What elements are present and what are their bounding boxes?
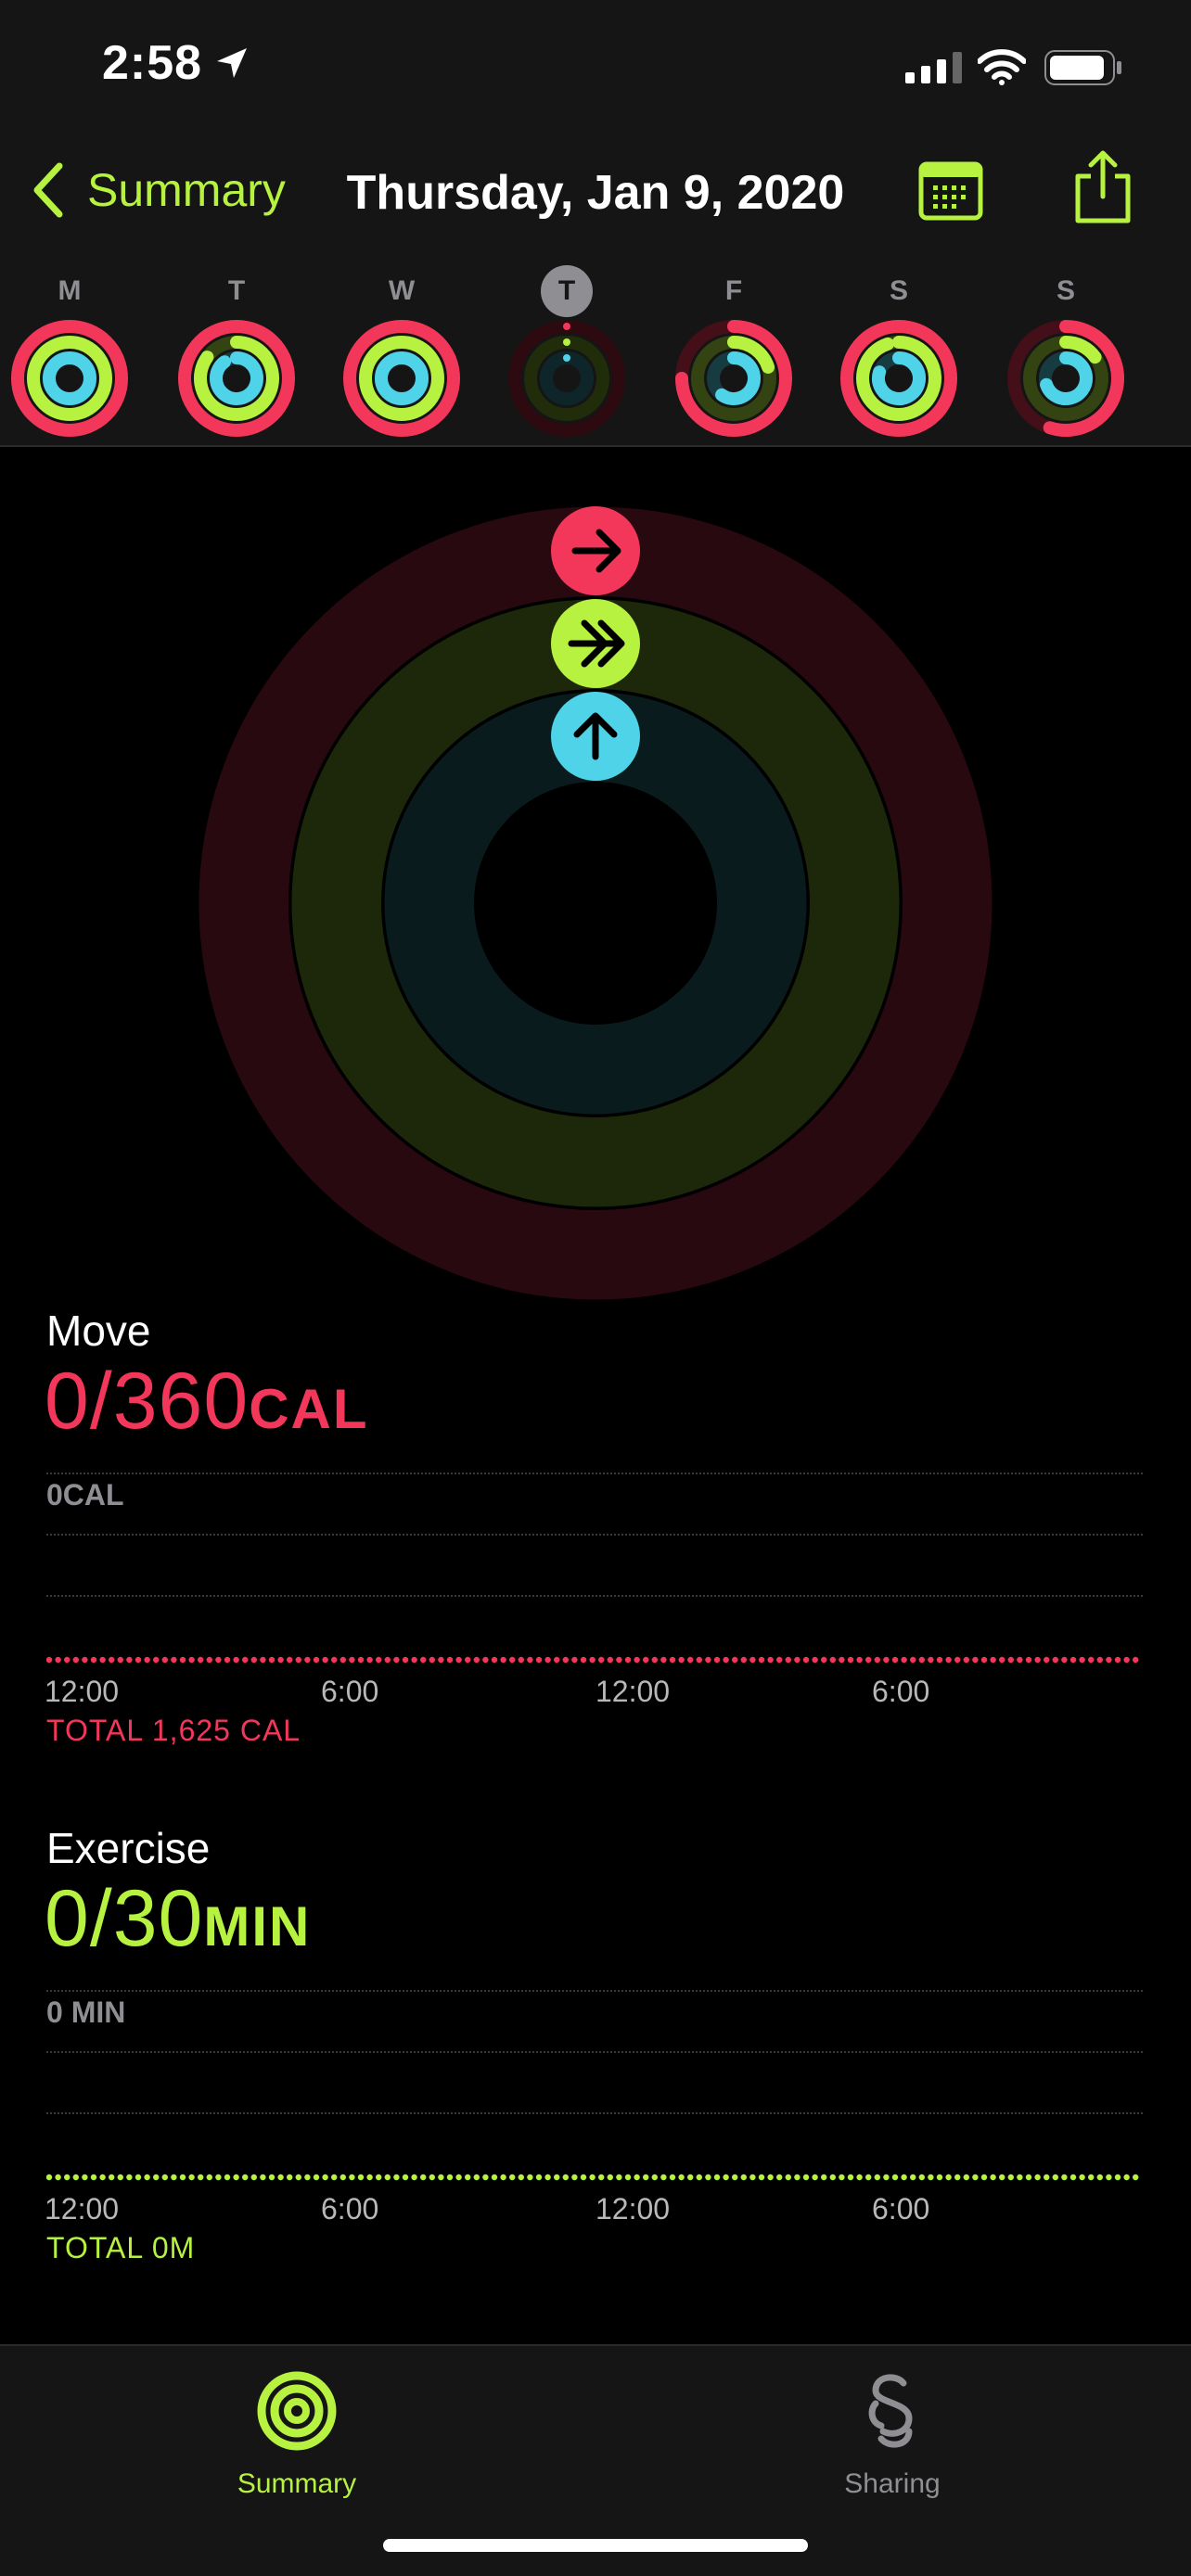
- move-value: 0/360CAL: [45, 1361, 369, 1441]
- move-label: Move: [46, 1307, 151, 1355]
- day-rings: [1007, 320, 1124, 437]
- move-axis-max: 0CAL: [46, 1478, 124, 1511]
- grid-line: [46, 1595, 1143, 1597]
- day-letter: T: [227, 275, 246, 306]
- exercise-label: Exercise: [46, 1824, 211, 1872]
- day-rings: [840, 320, 957, 437]
- day-4[interactable]: F: [673, 250, 794, 447]
- day-letter: M: [58, 275, 82, 306]
- day-ring-dot: [563, 323, 570, 330]
- day-3[interactable]: T: [506, 250, 627, 447]
- day-ring-stand: [210, 351, 263, 405]
- day-letter: S: [1056, 275, 1075, 306]
- day-letter: S: [889, 275, 908, 306]
- move-tick-label: 6:00: [872, 1675, 930, 1708]
- grid-line: [46, 2051, 1143, 2053]
- chevron-left-icon: [33, 162, 63, 218]
- day-rings: [178, 320, 295, 437]
- exercise-tick-label: 12:00: [596, 2192, 671, 2225]
- move-baseline: [46, 1656, 1139, 1664]
- tab-sharing[interactable]: Sharing: [753, 2355, 1031, 2504]
- exercise-axis-max: 0 MIN: [46, 1996, 126, 2029]
- status-time: 2:58: [102, 36, 203, 90]
- move-tick-label: 12:00: [45, 1675, 120, 1708]
- exercise-baseline: [46, 2174, 1139, 2181]
- move-value-unit: CAL: [249, 1378, 369, 1440]
- tab-summary-label: Summary: [237, 2468, 357, 2499]
- home-indicator: [383, 2539, 808, 2552]
- day-ring-track: [540, 351, 594, 405]
- activity-rings-icon: [257, 2371, 337, 2451]
- share-icon[interactable]: [1072, 150, 1133, 224]
- day-6[interactable]: S: [1005, 250, 1126, 447]
- move-tick-label: 12:00: [596, 1675, 671, 1708]
- exercise-value: 0/30MIN: [45, 1879, 311, 1958]
- tab-summary[interactable]: Summary: [158, 2355, 436, 2504]
- sharing-icon: [868, 2374, 913, 2448]
- grid-line: [46, 1473, 1143, 1474]
- battery-icon: [1044, 50, 1121, 85]
- calendar-icon[interactable]: [918, 161, 983, 221]
- day-letter: F: [724, 275, 743, 306]
- move-value-number: 0/360: [45, 1357, 250, 1446]
- nav-bar: Summary Thursday, Jan 9, 2020: [0, 130, 1191, 250]
- day-1[interactable]: T: [176, 250, 297, 447]
- exercise-tick-label: 6:00: [872, 2192, 930, 2225]
- day-rings: [343, 320, 460, 437]
- day-rings: [508, 320, 625, 437]
- day-ring-dot: [563, 354, 570, 362]
- grid-line: [46, 2112, 1143, 2114]
- day-letter: T: [557, 275, 576, 306]
- exercise-value-number: 0/30: [45, 1874, 204, 1963]
- day-ring-stand: [43, 351, 96, 405]
- grid-line: [46, 1990, 1143, 1992]
- day-2[interactable]: W: [341, 250, 462, 447]
- back-button[interactable]: Summary: [32, 158, 286, 223]
- cellular-signal-icon: [905, 52, 962, 83]
- move-tick-label: 6:00: [321, 1675, 379, 1708]
- activity-rings: [196, 504, 995, 1303]
- move-total: TOTAL 1,625 CAL: [46, 1714, 301, 1747]
- grid-line: [46, 1534, 1143, 1536]
- day-rings: [675, 320, 792, 437]
- exercise-total: TOTAL 0M: [46, 2231, 196, 2264]
- tab-sharing-label: Sharing: [844, 2468, 941, 2499]
- day-5[interactable]: S: [839, 250, 959, 447]
- back-label: Summary: [87, 164, 286, 216]
- day-ring-dot: [563, 338, 570, 346]
- exercise-value-unit: MIN: [203, 1895, 312, 1958]
- exercise-tick-label: 6:00: [321, 2192, 379, 2225]
- week-strip: MTWTFSS: [0, 250, 1191, 447]
- location-arrow-icon: [217, 48, 247, 78]
- exercise-tick-label: 12:00: [45, 2192, 120, 2225]
- status-bar: 2:58: [0, 0, 1191, 130]
- day-letter: W: [388, 275, 416, 306]
- ring-track-stand: [383, 691, 808, 1116]
- wifi-icon: [978, 49, 1026, 85]
- day-ring-stand: [375, 351, 429, 405]
- day-rings: [11, 320, 128, 437]
- day-0[interactable]: M: [9, 250, 130, 447]
